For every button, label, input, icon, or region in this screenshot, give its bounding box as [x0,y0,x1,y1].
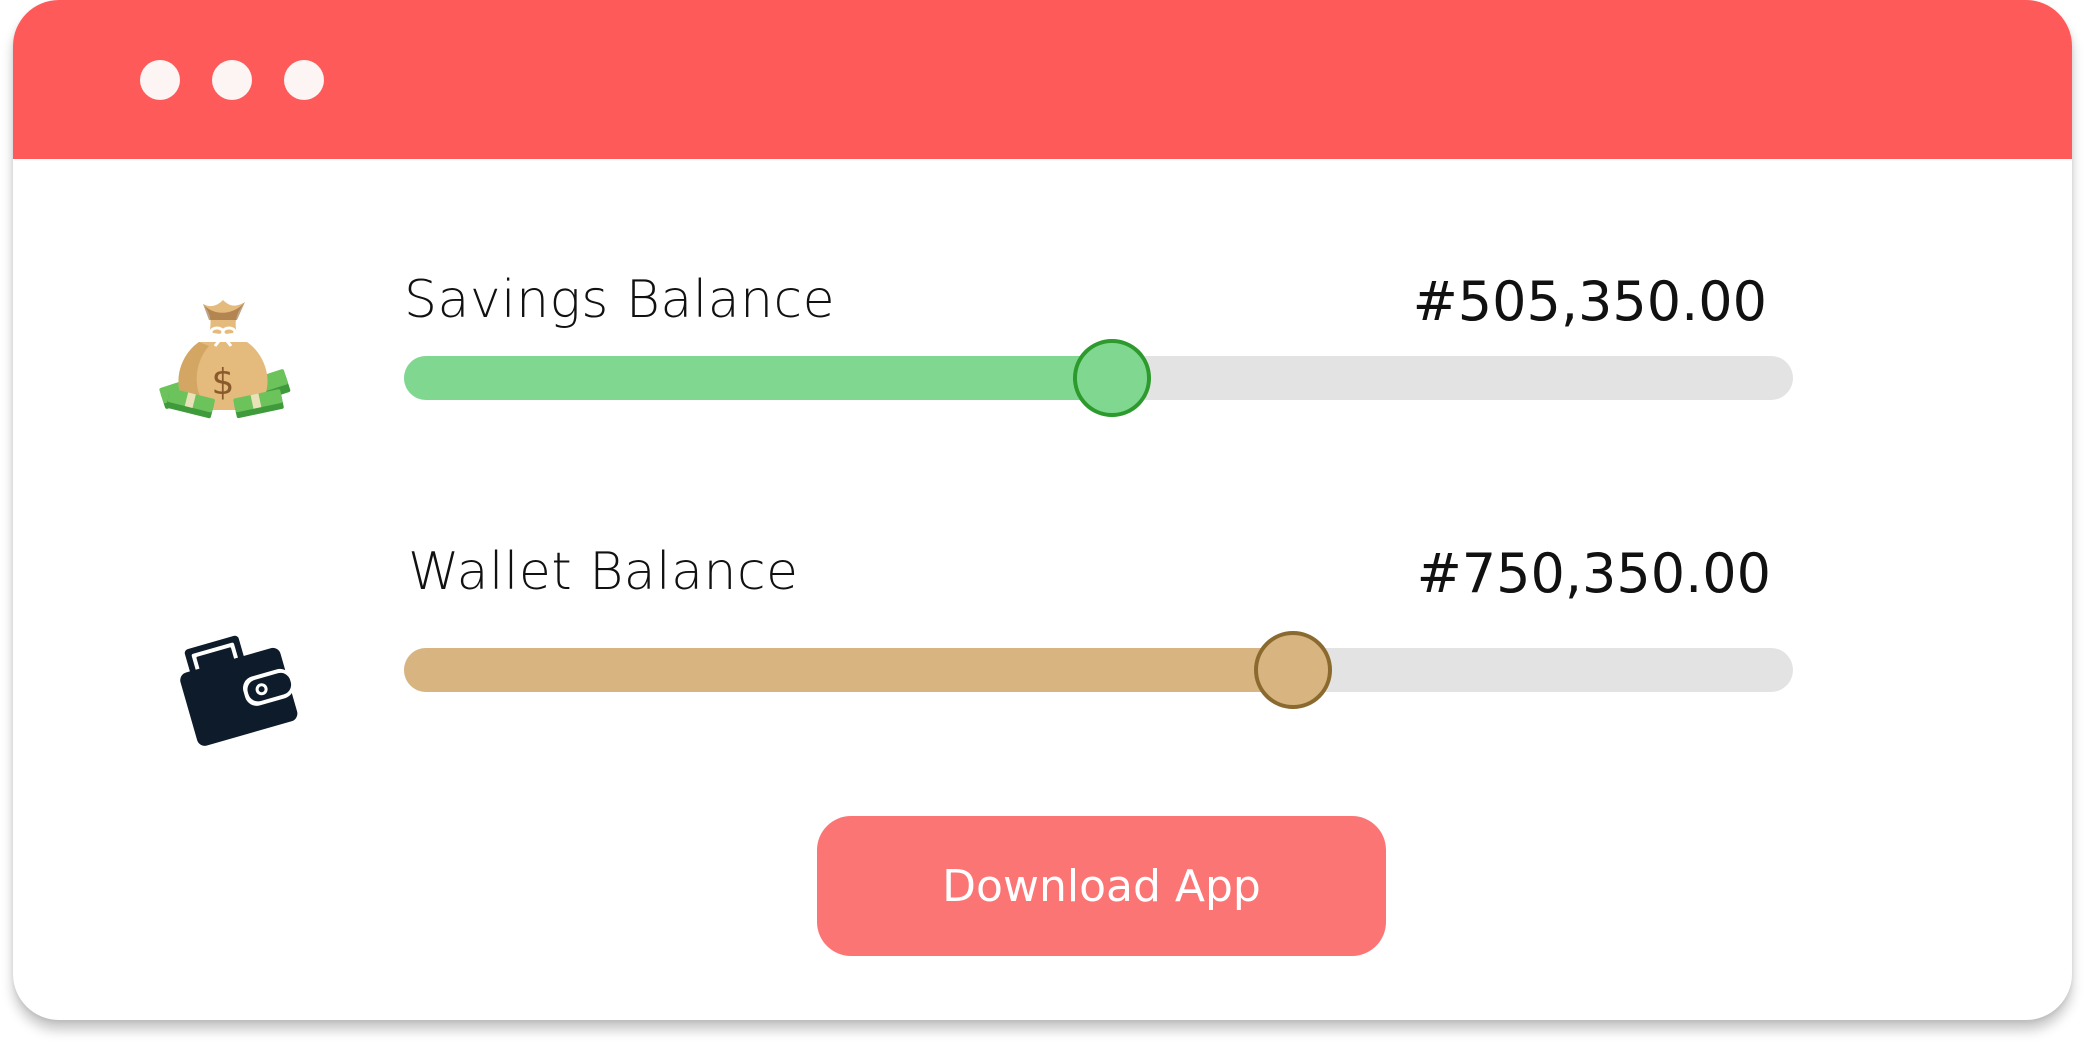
svg-text:$: $ [212,362,235,403]
title-bar [13,0,2072,159]
wallet-slider[interactable] [404,631,1793,709]
wallet-balance-amount: #750,350.00 [1416,542,1771,605]
savings-balance-amount: #505,350.00 [1412,270,1767,333]
wallet-slider-fill [404,648,1293,692]
savings-balance-label: Savings Balance [404,270,836,330]
wallet-slider-thumb[interactable] [1253,631,1332,709]
window-dot-icon[interactable] [212,60,252,100]
wallet-icon [171,620,311,760]
money-bag-icon: $ [153,290,293,430]
download-app-button[interactable]: Download App [817,816,1386,956]
savings-slider-fill [404,356,1113,400]
savings-slider[interactable] [404,339,1793,417]
app-window: $ Savings Balance #505,350.00 Wallet Bal… [13,0,2072,1020]
savings-slider-thumb[interactable] [1073,339,1152,417]
window-dot-icon[interactable] [140,60,180,100]
window-dot-icon[interactable] [284,60,324,100]
wallet-balance-label: Wallet Balance [408,542,799,602]
